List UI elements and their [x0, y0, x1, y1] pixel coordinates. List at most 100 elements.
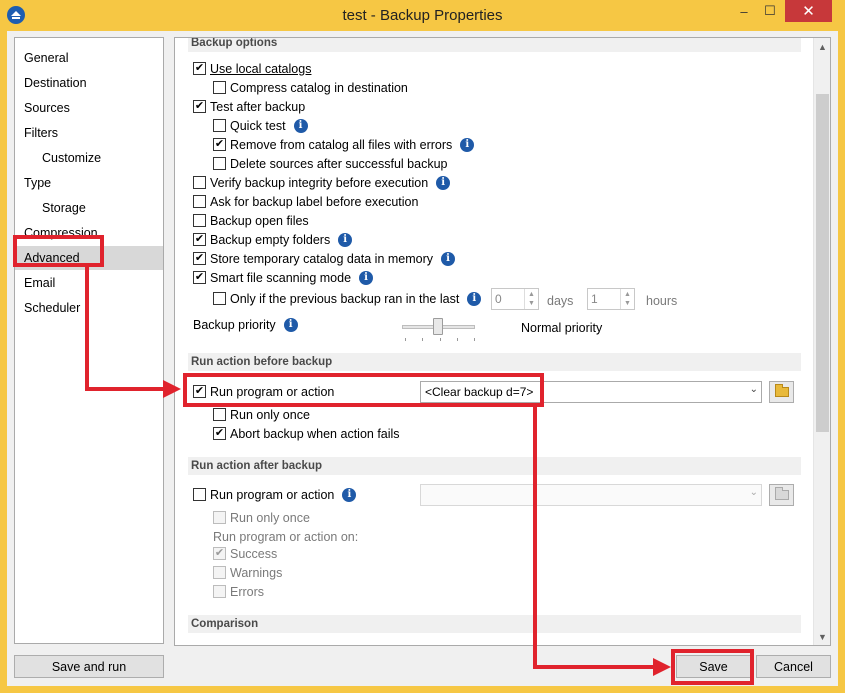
days-label: days	[547, 293, 574, 308]
backup-priority-label: Backup priority	[193, 317, 276, 332]
vertical-scrollbar[interactable]: ▲ ▼	[813, 38, 830, 645]
checkbox-box[interactable]	[213, 292, 226, 305]
info-icon[interactable]: i	[338, 232, 353, 247]
checkbox-label: Success	[230, 546, 278, 561]
priority-slider-ticks	[405, 338, 475, 341]
verify-integrity-checkbox[interactable]: Verify backup integrity before execution…	[193, 173, 451, 192]
checkbox-label: Only if the previous backup ran in the l…	[230, 291, 460, 306]
backup-priority-row: Backup priority i	[193, 315, 298, 334]
store-temp-catalog-checkbox[interactable]: ✔ Store temporary catalog data in memory i	[193, 249, 456, 268]
days-spinbox[interactable]: 0 ▲ ▼	[491, 288, 539, 310]
checkbox-box[interactable]	[213, 511, 226, 524]
title-bar[interactable]: test - Backup Properties – ☐ ✕	[0, 0, 845, 31]
chevron-down-icon[interactable]: ⌄	[750, 384, 758, 395]
browse-folder-button[interactable]	[769, 381, 794, 403]
scrollbar-thumb[interactable]	[816, 94, 829, 432]
checkbox-box[interactable]: ✔	[193, 271, 206, 284]
run-after-program-checkbox[interactable]: Run program or action i	[193, 485, 357, 504]
smart-scanning-checkbox[interactable]: ✔ Smart file scanning mode i	[193, 268, 374, 287]
minimize-button[interactable]: –	[731, 0, 757, 22]
checkbox-label: Backup empty folders	[210, 232, 331, 247]
save-button[interactable]: Save	[676, 655, 751, 678]
info-icon[interactable]: i	[467, 291, 482, 306]
checkbox-label: Run program or action	[210, 384, 335, 399]
checkbox-box[interactable]	[213, 81, 226, 94]
maximize-button[interactable]: ☐	[757, 0, 783, 22]
checkbox-box[interactable]	[213, 566, 226, 579]
checkbox-box[interactable]	[193, 176, 206, 189]
nav-item-storage[interactable]: Storage	[15, 196, 163, 220]
abort-on-fail-checkbox[interactable]: ✔ Abort backup when action fails	[213, 424, 400, 443]
checkbox-box[interactable]: ✔	[193, 62, 206, 75]
info-icon[interactable]: i	[460, 137, 475, 152]
run-before-program-checkbox[interactable]: ✔ Run program or action	[193, 382, 334, 401]
priority-value: Normal priority	[521, 320, 603, 335]
run-after-once-checkbox[interactable]: Run only once	[213, 508, 310, 527]
checkbox-box[interactable]: ✔	[193, 385, 206, 398]
run-before-program-select[interactable]: <Clear backup d=7> ⌄	[420, 381, 762, 403]
nav-item-scheduler[interactable]: Scheduler	[15, 296, 163, 320]
delete-sources-checkbox[interactable]: Delete sources after successful backup	[213, 154, 447, 173]
annotation-arrow-line	[85, 267, 89, 391]
cancel-button[interactable]: Cancel	[756, 655, 831, 678]
priority-slider-thumb[interactable]	[433, 318, 443, 335]
checkbox-box[interactable]: ✔	[213, 138, 226, 151]
checkbox-box[interactable]	[213, 408, 226, 421]
nav-item-email[interactable]: Email	[15, 271, 163, 295]
checkbox-box[interactable]	[193, 214, 206, 227]
chevron-down-icon[interactable]: ⌄	[750, 487, 758, 498]
app-icon[interactable]	[7, 6, 25, 24]
browse-folder-button-disabled[interactable]	[769, 484, 794, 506]
nav-item-customize[interactable]: Customize	[15, 146, 163, 170]
annotation-arrow-line	[533, 665, 654, 669]
run-on-errors-checkbox[interactable]: Errors	[213, 582, 264, 601]
checkbox-box[interactable]: ✔	[193, 100, 206, 113]
quick-test-checkbox[interactable]: Quick test i	[213, 116, 308, 135]
section-header-run-before: Run action before backup	[188, 353, 801, 371]
nav-item-general[interactable]: General	[15, 46, 163, 70]
checkbox-box[interactable]: ✔	[213, 427, 226, 440]
scroll-down-arrow-icon[interactable]: ▼	[814, 628, 830, 645]
section-header-backup-options: Backup options	[188, 38, 801, 52]
test-after-backup-checkbox[interactable]: ✔ Test after backup	[193, 97, 305, 116]
checkbox-box[interactable]: ✔	[213, 547, 226, 560]
info-icon[interactable]: i	[441, 251, 456, 266]
close-button[interactable]: ✕	[785, 0, 832, 22]
remove-from-catalog-checkbox[interactable]: ✔ Remove from catalog all files with erro…	[213, 135, 475, 154]
compress-catalog-checkbox[interactable]: Compress catalog in destination	[213, 78, 408, 97]
nav-item-destination[interactable]: Destination	[15, 71, 163, 95]
nav-item-advanced[interactable]: Advanced	[15, 246, 163, 270]
nav-item-sources[interactable]: Sources	[15, 96, 163, 120]
run-on-success-checkbox[interactable]: ✔ Success	[213, 544, 277, 563]
info-icon[interactable]: i	[436, 175, 451, 190]
checkbox-box[interactable]	[213, 119, 226, 132]
info-icon[interactable]: i	[293, 118, 308, 133]
ask-label-checkbox[interactable]: Ask for backup label before execution	[193, 192, 418, 211]
run-after-program-select[interactable]: ⌄	[420, 484, 762, 506]
run-before-once-checkbox[interactable]: Run only once	[213, 405, 310, 424]
scroll-up-arrow-icon[interactable]: ▲	[814, 38, 830, 55]
hours-spinbox[interactable]: 1 ▲ ▼	[587, 288, 635, 310]
nav-item-type[interactable]: Type	[15, 171, 163, 195]
backup-empty-folders-checkbox[interactable]: ✔ Backup empty folders i	[193, 230, 353, 249]
backup-open-files-checkbox[interactable]: Backup open files	[193, 211, 309, 230]
spin-arrows[interactable]: ▲ ▼	[524, 289, 538, 309]
checkbox-box[interactable]	[213, 585, 226, 598]
hours-label: hours	[646, 293, 678, 308]
checkbox-box[interactable]	[213, 157, 226, 170]
use-local-catalogs-checkbox[interactable]: ✔ Use local catalogs	[193, 59, 311, 78]
checkbox-box[interactable]	[193, 488, 206, 501]
spin-arrows[interactable]: ▲ ▼	[620, 289, 634, 309]
nav-item-filters[interactable]: Filters	[15, 121, 163, 145]
checkbox-box[interactable]	[193, 195, 206, 208]
info-icon[interactable]: i	[283, 317, 298, 332]
checkbox-box[interactable]: ✔	[193, 252, 206, 265]
info-icon[interactable]: i	[342, 487, 357, 502]
save-and-run-button[interactable]: Save and run	[14, 655, 164, 678]
checkbox-label: Warnings	[230, 565, 283, 580]
only-if-previous-checkbox[interactable]: Only if the previous backup ran in the l…	[213, 289, 482, 308]
run-on-warnings-checkbox[interactable]: Warnings	[213, 563, 282, 582]
nav-item-compression[interactable]: Compression	[15, 221, 163, 245]
checkbox-box[interactable]: ✔	[193, 233, 206, 246]
info-icon[interactable]: i	[359, 270, 374, 285]
